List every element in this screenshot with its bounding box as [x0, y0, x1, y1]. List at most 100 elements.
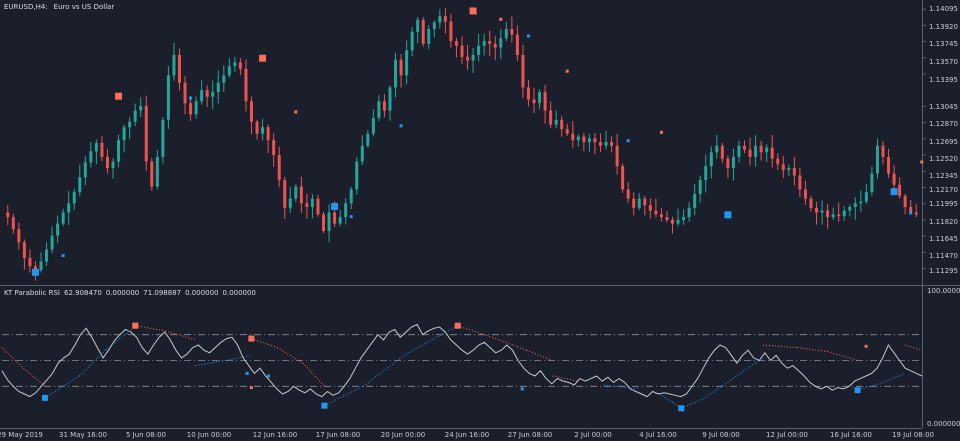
bull-candle — [438, 16, 442, 23]
symbol-timeframe: EURUSD,H4: — [4, 3, 48, 11]
bear-candle — [28, 257, 32, 267]
psar-dotted-line — [23, 367, 46, 387]
bull-candle — [344, 203, 348, 218]
price-label: 1.11295 — [929, 267, 958, 275]
chart-canvas[interactable] — [0, 0, 960, 441]
psar-dotted-line — [797, 347, 828, 352]
bull-candle — [416, 19, 420, 32]
time-label: 12 Jun 16:00 — [252, 431, 298, 439]
bear-candle — [189, 103, 193, 115]
bull-candle — [94, 143, 98, 152]
bull-candle — [737, 145, 741, 157]
bull-candle — [349, 189, 353, 204]
bear-candle — [815, 207, 819, 213]
sar-signal-marker — [890, 188, 898, 196]
bear-candle — [748, 149, 752, 157]
bull-candle — [682, 217, 686, 220]
bull-candle — [371, 117, 375, 134]
price-label: 1.12520 — [929, 155, 958, 163]
bear-candle — [670, 219, 674, 224]
bear-candle — [316, 198, 320, 215]
time-label: 29 May 2019 — [0, 431, 43, 439]
time-label: 24 Jun 16:00 — [444, 431, 490, 439]
bull-candle — [117, 140, 121, 162]
psar-trail-dot — [520, 387, 524, 391]
bull-candle — [227, 66, 231, 76]
bear-candle — [526, 87, 530, 100]
bear-candle — [565, 129, 569, 134]
price-label: 1.12345 — [929, 172, 958, 180]
bear-candle — [770, 147, 774, 159]
sar-trail-dot — [499, 17, 503, 21]
psar-dotted-line — [104, 326, 136, 351]
price-label: 1.11995 — [929, 200, 958, 208]
bull-candle — [432, 22, 436, 30]
time-label: 31 May 16:00 — [58, 431, 108, 439]
sar-signal-marker — [115, 92, 123, 100]
time-label: 5 Jun 08:00 — [125, 431, 167, 439]
symbol-description: Euro vs US Dollar — [53, 3, 115, 11]
bear-candle — [250, 101, 254, 122]
bear-candle — [255, 121, 259, 134]
psar-dotted-line — [762, 344, 798, 349]
indicator-value-4: 0.000000 — [185, 289, 219, 297]
psar-dotted-line — [732, 357, 764, 379]
bull-candle — [194, 101, 198, 115]
bull-candle — [637, 198, 641, 208]
bull-candle — [261, 127, 265, 134]
bear-candle — [582, 136, 586, 143]
bull-candle — [83, 162, 87, 178]
bull-candle — [471, 54, 475, 61]
sar-trail-dot — [920, 160, 924, 164]
bear-candle — [892, 173, 896, 185]
bear-candle — [488, 41, 492, 44]
bear-candle — [150, 161, 154, 187]
bull-candle — [233, 62, 237, 67]
bear-candle — [144, 105, 148, 162]
bull-candle — [538, 92, 542, 104]
bear-candle — [22, 242, 26, 258]
sar-trail-dot — [61, 254, 65, 258]
psar-dotted-line — [904, 344, 923, 351]
psar-signal-marker — [854, 387, 861, 394]
psar-signal-marker — [41, 394, 48, 401]
bull-candle — [166, 75, 170, 120]
psar-trail-dot — [249, 386, 253, 390]
bull-candle — [388, 87, 392, 111]
time-label: 9 Jul 08:00 — [702, 431, 740, 439]
sar-trail-dot — [626, 139, 630, 143]
bear-candle — [100, 143, 104, 157]
indicator-title: KT Parabolic RSI 62.908470 0.000000 71.0988… — [4, 289, 260, 297]
psar-dotted-line — [324, 385, 364, 407]
bull-candle — [731, 156, 735, 169]
bull-candle — [853, 203, 857, 207]
psar-dotted-line — [302, 362, 325, 387]
indicator-value-5: 0.000000 — [222, 289, 256, 297]
sar-trail-dot — [399, 124, 403, 128]
sar-trail-dot — [526, 34, 530, 38]
bull-candle — [765, 147, 769, 153]
bull-candle — [128, 121, 132, 128]
bear-candle — [283, 180, 287, 208]
bear-candle — [665, 217, 669, 220]
time-label: 4 Jul 16:00 — [639, 431, 677, 439]
psar-dotted-line — [702, 378, 734, 400]
bear-candle — [776, 158, 780, 165]
sar-trail-dot — [189, 96, 193, 100]
price-label: 1.13395 — [929, 76, 958, 84]
psar-trail-dot — [864, 344, 868, 348]
psar-signal-marker — [321, 402, 328, 409]
bull-candle — [477, 45, 481, 55]
bear-candle — [333, 212, 337, 224]
time-label: 2 Jul 00:00 — [574, 431, 612, 439]
bear-candle — [183, 82, 187, 104]
main-chart-title: EURUSD,H4: Euro vs US Dollar — [4, 3, 120, 11]
bull-candle — [394, 59, 398, 88]
bull-candle — [859, 201, 863, 204]
psar-trail-dot — [245, 371, 249, 375]
sar-signal-marker — [724, 211, 732, 219]
price-label: 1.13920 — [929, 23, 958, 31]
bear-candle — [272, 140, 276, 156]
indicator-axis-top-label: 100.000000 — [927, 287, 960, 295]
chart-window[interactable]: EURUSD,H4: Euro vs US Dollar KT Parabolic… — [0, 0, 960, 441]
